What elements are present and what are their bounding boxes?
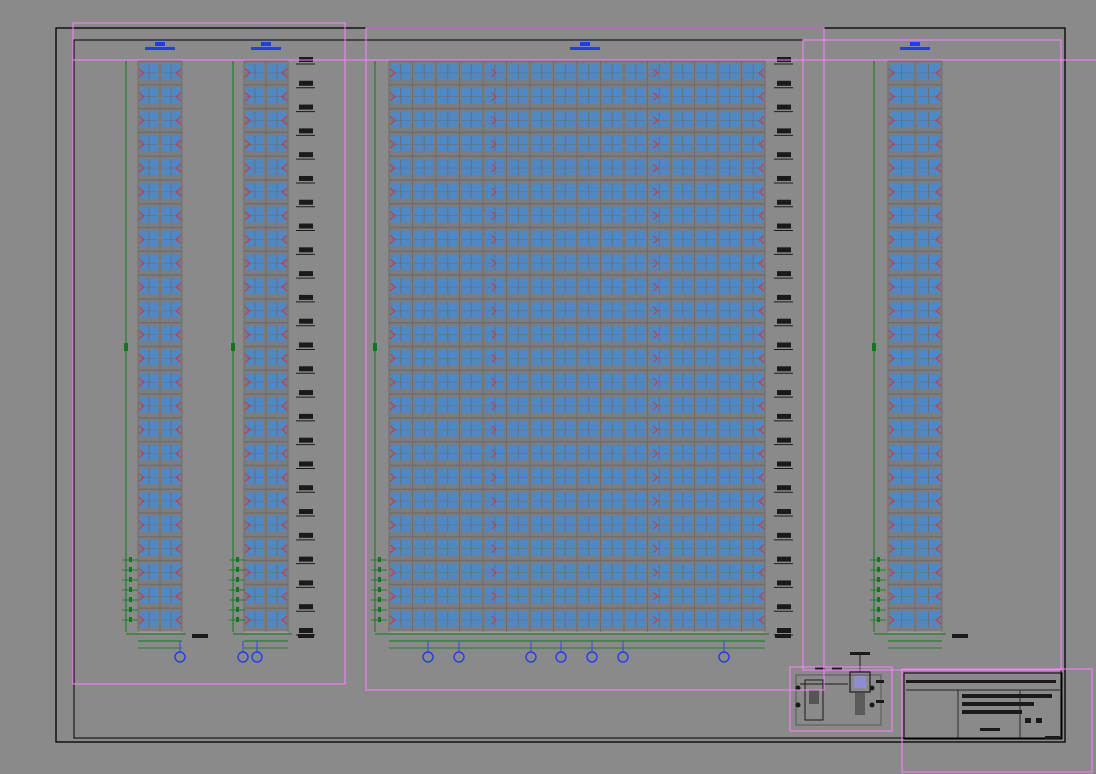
dimension-text	[231, 343, 235, 351]
dimension-text	[877, 577, 880, 582]
dimension-text	[877, 597, 880, 602]
level-mark	[777, 80, 791, 86]
level-mark	[299, 366, 313, 372]
dimension-text	[373, 343, 377, 351]
level-mark	[777, 532, 791, 538]
dimension-text	[236, 587, 239, 592]
dimension-text	[877, 567, 880, 572]
level-mark	[777, 223, 791, 229]
level-mark	[777, 485, 791, 491]
level-mark	[299, 199, 313, 205]
level-mark	[299, 318, 313, 324]
level-mark	[299, 437, 313, 443]
level-mark	[777, 152, 791, 158]
level-mark	[777, 247, 791, 253]
level-mark	[777, 580, 791, 586]
dimension-text	[378, 567, 381, 572]
level-mark	[777, 294, 791, 300]
level-mark	[299, 152, 313, 158]
dimension-text	[129, 557, 132, 562]
level-mark	[777, 437, 791, 443]
level-mark	[777, 390, 791, 396]
level-mark	[299, 342, 313, 348]
level-mark	[299, 128, 313, 134]
level-mark	[777, 175, 791, 181]
level-mark	[299, 104, 313, 110]
level-mark	[299, 223, 313, 229]
level-mark	[777, 509, 791, 515]
level-mark	[777, 556, 791, 562]
level-mark	[299, 628, 313, 633]
dimension-text	[378, 597, 381, 602]
elevation-3[interactable]	[371, 60, 791, 663]
level-mark	[299, 485, 313, 491]
level-mark	[299, 294, 313, 300]
level-label	[192, 634, 208, 638]
level-mark	[777, 318, 791, 324]
dimension-text	[236, 567, 239, 572]
dimension-text	[378, 557, 381, 562]
dimension-text	[378, 607, 381, 612]
dimension-text	[877, 607, 880, 612]
level-mark	[299, 271, 313, 277]
dimension-text	[236, 607, 239, 612]
level-mark	[299, 604, 313, 610]
dimension-text	[124, 343, 128, 351]
level-mark	[299, 80, 313, 86]
dimension-text	[236, 617, 239, 622]
level-mark	[299, 390, 313, 396]
cad-drawing-canvas	[0, 0, 1096, 774]
dimension-text	[378, 577, 381, 582]
level-mark	[777, 413, 791, 419]
dimension-text	[236, 557, 239, 562]
level-mark	[777, 628, 791, 633]
dimension-text	[129, 577, 132, 582]
level-mark	[299, 461, 313, 467]
dimension-text	[236, 577, 239, 582]
level-mark	[777, 104, 791, 110]
dimension-text	[378, 617, 381, 622]
dimension-text	[129, 567, 132, 572]
level-mark	[299, 413, 313, 419]
dimension-text	[872, 343, 876, 351]
level-mark	[299, 509, 313, 515]
dimension-text	[378, 587, 381, 592]
level-label	[952, 634, 968, 638]
level-mark	[299, 580, 313, 586]
level-mark	[777, 271, 791, 277]
level-mark	[299, 175, 313, 181]
dimension-text	[877, 557, 880, 562]
level-mark	[777, 342, 791, 348]
level-mark	[777, 604, 791, 610]
dimension-text	[129, 587, 132, 592]
level-mark	[777, 128, 791, 134]
dimension-text	[877, 617, 880, 622]
level-mark	[777, 461, 791, 467]
level-mark	[777, 366, 791, 372]
dimension-text	[129, 597, 132, 602]
dimension-text	[236, 597, 239, 602]
dimension-text	[877, 587, 880, 592]
level-mark	[299, 247, 313, 253]
dimension-text	[129, 617, 132, 622]
level-mark	[299, 556, 313, 562]
level-mark	[299, 532, 313, 538]
dimension-text	[129, 607, 132, 612]
level-mark	[777, 199, 791, 205]
